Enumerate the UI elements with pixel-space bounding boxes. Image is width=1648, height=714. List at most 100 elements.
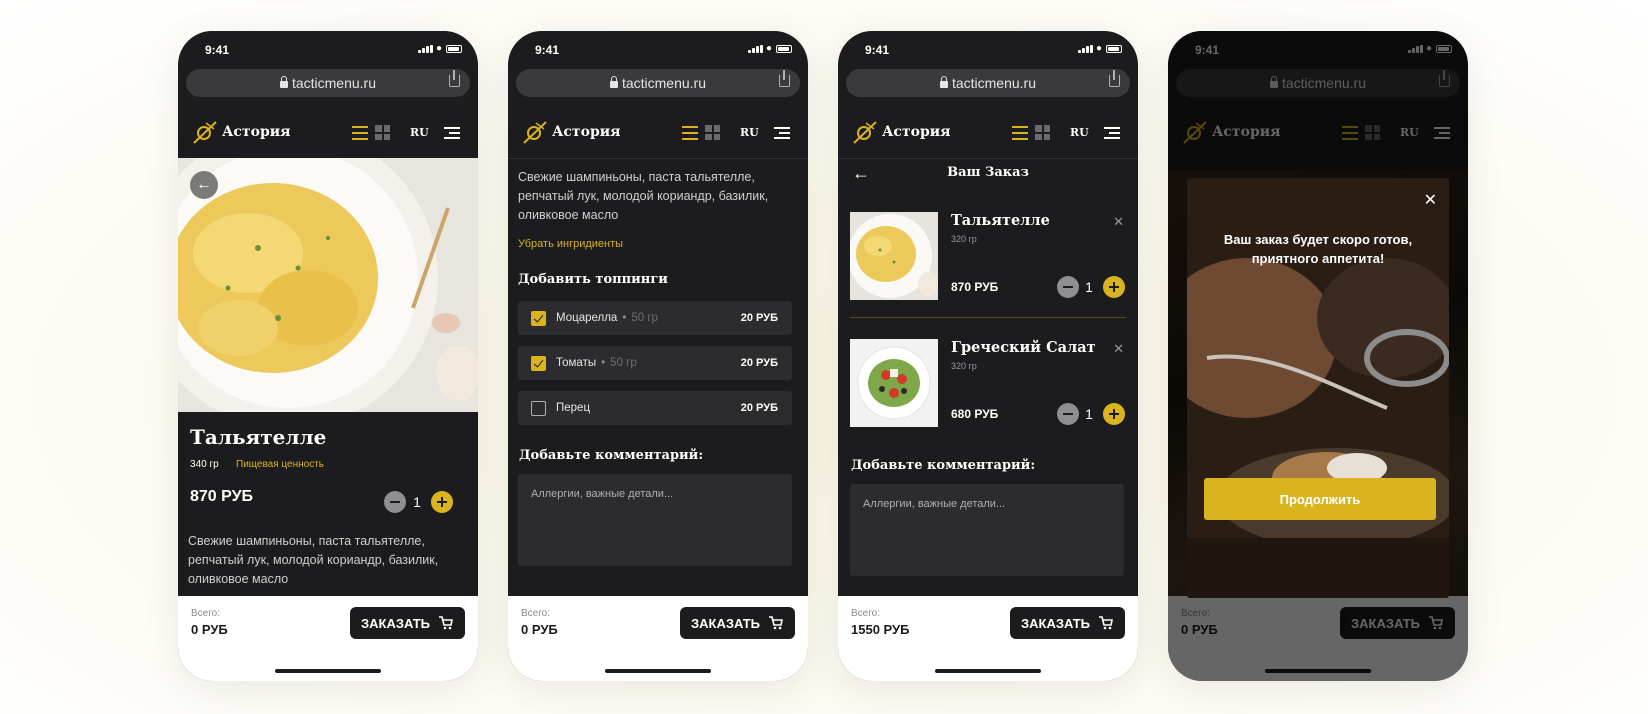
separator-dot: • bbox=[622, 312, 627, 324]
checkbox-checked[interactable] bbox=[531, 356, 546, 371]
menu-icon[interactable] bbox=[1104, 127, 1120, 139]
brand-name[interactable]: Астория bbox=[222, 124, 290, 140]
remove-ingredients-link[interactable]: Убрать ингридиенты bbox=[518, 238, 623, 250]
home-indicator bbox=[605, 669, 711, 673]
menu-icon[interactable] bbox=[774, 127, 790, 139]
topping-price: 20 РУБ bbox=[740, 357, 778, 369]
comment-title: Добавьте комментарий: bbox=[851, 458, 1036, 473]
order-bar: Всего: 0 РУБ ЗАКАЗАТЬ bbox=[178, 596, 478, 681]
item-price: 870 РУБ bbox=[951, 280, 999, 294]
increase-qty-button[interactable] bbox=[1103, 276, 1125, 298]
dish-description: Свежие шампиньоны, паста тальятелле, реп… bbox=[188, 534, 439, 586]
dish-weight: 340 гр bbox=[190, 459, 219, 470]
remove-item-icon[interactable]: ✕ bbox=[1113, 214, 1124, 230]
quantity-value: 1 bbox=[1085, 279, 1093, 295]
order-button-label: ЗАКАЗАТЬ bbox=[691, 615, 761, 631]
comment-placeholder: Аллергии, важные детали... bbox=[531, 488, 674, 500]
checkbox-checked[interactable] bbox=[531, 311, 546, 326]
signal-icon bbox=[1078, 45, 1093, 53]
order-button[interactable]: ЗАКАЗАТЬ bbox=[1010, 607, 1125, 639]
grid-view-icon[interactable] bbox=[1035, 125, 1050, 140]
order-button[interactable]: ЗАКАЗАТЬ bbox=[680, 607, 795, 639]
status-bar: 9:41 ● bbox=[508, 31, 808, 67]
success-message: Ваш заказ будет скоро готов, приятного а… bbox=[1223, 232, 1413, 266]
order-button[interactable]: ЗАКАЗАТЬ bbox=[350, 607, 465, 639]
topping-weight: 50 гр bbox=[631, 312, 658, 324]
logo-icon bbox=[523, 121, 547, 144]
lock-icon bbox=[609, 76, 618, 88]
topping-row[interactable]: Томаты • 50 гр 20 РУБ bbox=[518, 346, 792, 380]
nutrition-link[interactable]: Пищевая ценность bbox=[236, 459, 324, 470]
share-icon[interactable] bbox=[779, 70, 790, 87]
url-text: tacticmenu.ru bbox=[621, 75, 707, 91]
comment-placeholder: Аллергии, важные детали... bbox=[863, 498, 1006, 510]
total-value: 0 РУБ bbox=[191, 622, 228, 637]
address-bar[interactable]: tacticmenu.ru bbox=[186, 69, 470, 97]
topping-weight: 50 гр bbox=[610, 357, 637, 369]
dish-photo bbox=[178, 158, 478, 412]
logo-icon bbox=[853, 121, 877, 144]
list-view-icon[interactable] bbox=[1012, 126, 1028, 140]
share-icon[interactable] bbox=[1109, 70, 1120, 87]
brand-name[interactable]: Астория bbox=[552, 124, 620, 140]
grid-view-icon[interactable] bbox=[375, 125, 390, 140]
status-time: 9:41 bbox=[865, 43, 890, 57]
status-bar: 9:41 ● bbox=[838, 31, 1138, 67]
topping-price: 20 РУБ bbox=[740, 402, 778, 414]
home-indicator bbox=[275, 669, 381, 673]
remove-item-icon[interactable]: ✕ bbox=[1113, 341, 1124, 357]
dish-description: Свежие шампиньоны, паста тальятелле, реп… bbox=[518, 170, 769, 222]
cart-icon bbox=[769, 616, 783, 630]
increase-qty-button[interactable] bbox=[431, 491, 453, 513]
url-text: tacticmenu.ru bbox=[951, 75, 1037, 91]
total-label: Всего: bbox=[851, 608, 880, 619]
address-bar[interactable]: tacticmenu.ru bbox=[846, 69, 1130, 97]
status-time: 9:41 bbox=[535, 43, 560, 57]
toppings-title: Добавить топпинги bbox=[518, 272, 668, 287]
dish-price: 870 РУБ bbox=[190, 488, 254, 505]
increase-qty-button[interactable] bbox=[1103, 403, 1125, 425]
status-bar: 9:41 ● bbox=[178, 31, 478, 67]
share-icon[interactable] bbox=[449, 70, 460, 87]
decrease-qty-button[interactable] bbox=[1057, 403, 1079, 425]
menu-icon[interactable] bbox=[444, 127, 460, 139]
item-name: Тальятелле bbox=[951, 212, 1050, 229]
topping-row[interactable]: Моцарелла • 50 гр 20 РУБ bbox=[518, 301, 792, 335]
grid-view-icon[interactable] bbox=[705, 125, 720, 140]
language-switch[interactable]: RU bbox=[410, 126, 429, 139]
home-indicator bbox=[935, 669, 1041, 673]
list-view-icon[interactable] bbox=[352, 126, 368, 140]
item-name: Греческий Салат bbox=[951, 339, 1096, 356]
item-photo-greek-salad bbox=[850, 339, 938, 427]
language-switch[interactable]: RU bbox=[1070, 126, 1089, 139]
total-label: Всего: bbox=[191, 608, 220, 619]
close-icon[interactable]: ✕ bbox=[1424, 190, 1437, 210]
list-view-icon[interactable] bbox=[682, 126, 698, 140]
checkbox-unchecked[interactable] bbox=[531, 401, 546, 416]
topping-name: Моцарелла bbox=[556, 312, 618, 324]
back-button[interactable]: ← bbox=[190, 171, 218, 199]
item-weight: 320 гр bbox=[951, 361, 977, 371]
lock-icon bbox=[279, 76, 288, 88]
comment-input[interactable]: Аллергии, важные детали... bbox=[850, 484, 1124, 576]
wifi-icon: ● bbox=[435, 43, 442, 54]
decrease-qty-button[interactable] bbox=[1057, 276, 1079, 298]
continue-button[interactable]: Продолжить bbox=[1204, 478, 1436, 520]
brand-name[interactable]: Астория bbox=[882, 124, 950, 140]
total-value: 0 РУБ bbox=[521, 622, 558, 637]
decrease-qty-button[interactable] bbox=[384, 491, 406, 513]
battery-icon bbox=[446, 45, 462, 53]
total-value: 1550 РУБ bbox=[851, 622, 910, 637]
separator-dot: • bbox=[601, 357, 606, 369]
wifi-icon: ● bbox=[1095, 43, 1102, 54]
cart-icon bbox=[439, 616, 453, 630]
app-header: Астория RU bbox=[178, 117, 478, 157]
address-bar[interactable]: tacticmenu.ru bbox=[516, 69, 800, 97]
header-divider bbox=[508, 158, 808, 159]
item-photo-tagliatelle bbox=[850, 212, 938, 300]
language-switch[interactable]: RU bbox=[740, 126, 759, 139]
signal-icon bbox=[418, 45, 433, 53]
order-bar: Всего: 0 РУБ ЗАКАЗАТЬ bbox=[508, 596, 808, 681]
comment-input[interactable]: Аллергии, важные детали... bbox=[518, 474, 792, 566]
topping-row[interactable]: Перец 20 РУБ bbox=[518, 391, 792, 425]
